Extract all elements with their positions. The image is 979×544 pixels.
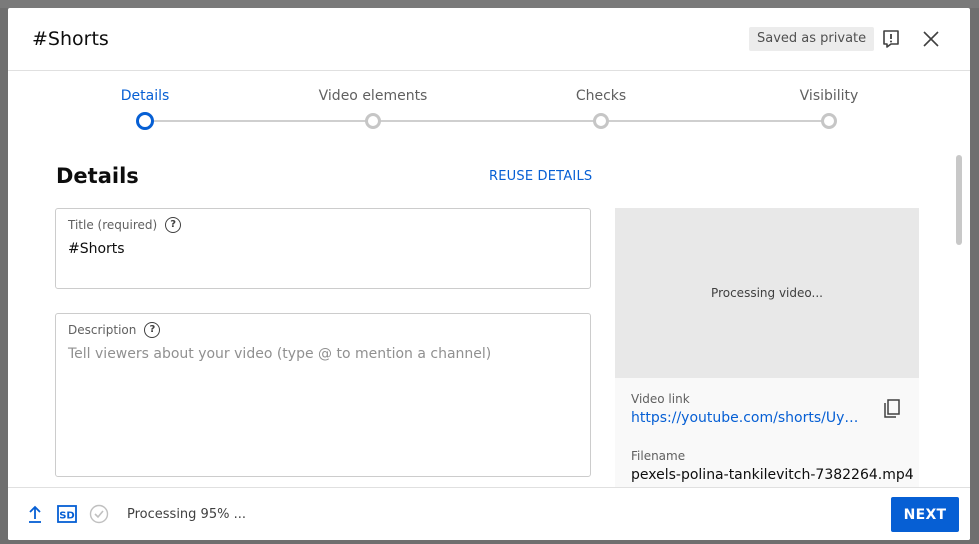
filename-label: Filename xyxy=(631,449,686,463)
upload-stepper: Details Video elements Checks Visibility xyxy=(8,70,970,140)
video-link[interactable]: https://youtube.com/shorts/Uy… xyxy=(631,410,858,426)
dialog-title: #Shorts xyxy=(32,28,109,50)
upload-icon[interactable] xyxy=(24,503,46,525)
details-content: Details REUSE DETAILS Title (required) ?… xyxy=(8,140,970,487)
close-icon[interactable] xyxy=(919,27,943,51)
step-video-elements-dot[interactable] xyxy=(365,113,381,129)
sd-icon: SD xyxy=(56,503,78,525)
saved-status-badge: Saved as private xyxy=(749,27,875,51)
dialog-footer: SD Processing 95% ... NEXT xyxy=(8,487,970,540)
filename-value: pexels-polina-tankilevitch-7382264.mp4 xyxy=(631,467,914,483)
title-label-text: Title (required) xyxy=(68,218,158,232)
help-icon[interactable]: ? xyxy=(144,322,161,338)
next-button[interactable]: NEXT xyxy=(891,497,959,532)
description-field-label: Description ? xyxy=(68,322,161,338)
preview-status: Processing video... xyxy=(711,286,823,300)
step-details-label[interactable]: Details xyxy=(121,88,170,104)
upload-dialog: #Shorts Saved as private Details Video e… xyxy=(8,8,970,540)
background-page xyxy=(0,0,979,8)
check-circle-icon xyxy=(88,503,110,525)
step-checks-dot[interactable] xyxy=(593,113,609,129)
video-link-label: Video link xyxy=(631,392,690,406)
scrollbar[interactable] xyxy=(956,155,962,245)
video-info-panel: Processing video... Video link https://y… xyxy=(615,208,919,487)
report-icon[interactable] xyxy=(879,27,903,51)
title-field-label: Title (required) ? xyxy=(68,217,182,233)
processing-status: Processing 95% ... xyxy=(127,507,246,522)
sd-icon-text: SD xyxy=(59,511,75,522)
video-preview: Processing video... xyxy=(615,208,919,378)
stepper-line xyxy=(145,120,829,122)
step-visibility-dot[interactable] xyxy=(821,113,837,129)
step-checks-label[interactable]: Checks xyxy=(576,88,626,104)
copy-icon[interactable] xyxy=(881,398,903,420)
description-field[interactable]: Description ? Tell viewers about your vi… xyxy=(55,313,591,477)
step-visibility-label[interactable]: Visibility xyxy=(800,88,859,104)
description-input[interactable]: Tell viewers about your video (type @ to… xyxy=(68,346,491,362)
step-details-dot[interactable] xyxy=(136,112,154,130)
step-video-elements-label[interactable]: Video elements xyxy=(319,88,428,104)
dialog-header: #Shorts Saved as private xyxy=(8,8,970,71)
title-input[interactable]: #Shorts xyxy=(68,241,125,257)
section-title: Details xyxy=(56,164,139,188)
help-icon[interactable]: ? xyxy=(165,217,182,233)
description-label-text: Description xyxy=(68,323,137,337)
reuse-details-button[interactable]: REUSE DETAILS xyxy=(489,169,592,184)
title-field[interactable]: Title (required) ? #Shorts xyxy=(55,208,591,289)
